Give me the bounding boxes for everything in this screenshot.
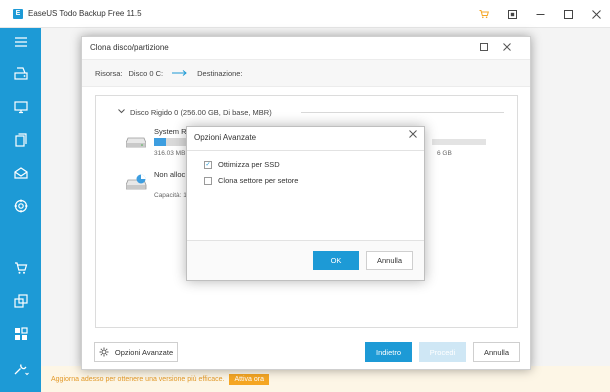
- advanced-options-button[interactable]: Opzioni Avanzate: [94, 342, 178, 362]
- optimize-ssd-option[interactable]: ✓ Ottimizza per SSD: [204, 160, 280, 169]
- dialog-title: Clona disco/partizione: [90, 43, 169, 52]
- sector-clone-option[interactable]: Clona settore per setore: [204, 176, 298, 185]
- smart-backup-icon[interactable]: [0, 194, 41, 218]
- ok-button[interactable]: OK: [313, 251, 359, 270]
- optimize-ssd-checkbox[interactable]: ✓: [204, 160, 212, 169]
- divider: [187, 150, 424, 151]
- close-icon[interactable]: [409, 130, 417, 140]
- promo-text: Aggiorna adesso per ottenere una version…: [51, 375, 225, 383]
- hard-drive-icon: [125, 136, 147, 150]
- partition-meta: Capacità: 1: [154, 192, 187, 199]
- partition-meta: 316.03 MB: [154, 150, 186, 157]
- cart-icon[interactable]: [0, 256, 41, 280]
- proceed-button[interactable]: Procedi: [419, 342, 466, 362]
- clone-icon[interactable]: [0, 289, 41, 313]
- partition-size: 6 GB: [437, 150, 452, 157]
- partition-usage-fill: [154, 138, 166, 146]
- cancel-button[interactable]: Annulla: [473, 342, 520, 362]
- minimize-icon[interactable]: [526, 0, 554, 28]
- restore-window-icon[interactable]: [498, 0, 526, 28]
- sector-clone-checkbox[interactable]: [204, 176, 212, 185]
- wrench-icon[interactable]: [0, 357, 41, 381]
- back-button[interactable]: Indietro: [365, 342, 412, 362]
- divider: [301, 112, 504, 113]
- app-title: EaseUS Todo Backup Free 11.5: [28, 9, 142, 18]
- maximize-icon[interactable]: [554, 0, 582, 28]
- maximize-icon[interactable]: [472, 37, 496, 57]
- advanced-options-modal: Opzioni Avanzate ✓ Ottimizza per SSD Clo…: [186, 126, 425, 281]
- advanced-options-label: Opzioni Avanzate: [114, 347, 174, 357]
- destination-label: Destinazione:: [197, 68, 243, 78]
- disk-header[interactable]: Disco Rigido 0 (256.00 GB, Di base, MBR): [118, 108, 272, 117]
- disk-header-label: Disco Rigido 0 (256.00 GB, Di base, MBR): [130, 108, 272, 117]
- source-label: Risorsa:: [95, 68, 123, 78]
- app-titlebar: E EaseUS Todo Backup Free 11.5: [0, 0, 610, 28]
- gear-icon: [99, 347, 109, 357]
- activate-now-button[interactable]: Attiva ora: [229, 373, 270, 385]
- arrow-right-icon: [172, 69, 188, 78]
- partition-usage-bar: [432, 139, 486, 145]
- app-logo: E: [13, 8, 23, 19]
- partition-usage-bar: [154, 138, 190, 146]
- modal-title: Opzioni Avanzate: [194, 133, 257, 142]
- titlebar-controls: [470, 0, 610, 28]
- source-value: Disco 0 C:: [128, 68, 164, 78]
- partition-name: System R: [154, 127, 187, 136]
- route-bar: Risorsa: Disco 0 C: Destinazione:: [82, 59, 530, 87]
- close-icon[interactable]: [495, 37, 519, 57]
- file-backup-icon[interactable]: [0, 128, 41, 152]
- cancel-button[interactable]: Annulla: [366, 251, 413, 270]
- partition-name: Non alloc: [154, 170, 186, 179]
- sidebar: [0, 28, 41, 392]
- chevron-down-icon: [118, 109, 125, 116]
- tools-grid-icon[interactable]: [0, 322, 41, 346]
- disk-backup-icon[interactable]: [0, 62, 41, 86]
- cart-icon[interactable]: [470, 0, 498, 28]
- close-icon[interactable]: [582, 0, 610, 28]
- unallocated-drive-icon: [125, 174, 148, 192]
- hamburger-menu-icon[interactable]: [0, 30, 41, 54]
- system-backup-icon[interactable]: [0, 95, 41, 119]
- sector-clone-label: Clona settore per setore: [218, 176, 299, 185]
- modal-footer: OK Annulla: [187, 240, 424, 280]
- optimize-ssd-label: Ottimizza per SSD: [218, 160, 280, 169]
- mail-backup-icon[interactable]: [0, 161, 41, 185]
